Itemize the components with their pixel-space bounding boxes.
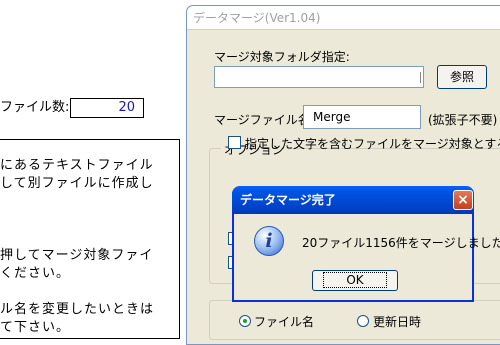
file-count-label: ファイル数:: [0, 100, 70, 115]
extension-note: (拡張子不要): [428, 113, 498, 127]
folder-input[interactable]: [214, 66, 424, 88]
dialog-title: データマージ完了: [232, 186, 474, 214]
instruction-line: にあるテキストファイル: [0, 158, 154, 173]
folder-label: マージ対象フォルダ指定:: [214, 50, 350, 64]
sort-group: [209, 300, 500, 340]
text-caret: [420, 72, 421, 83]
close-icon[interactable]: ×: [453, 190, 473, 210]
sort-modified-radio[interactable]: [357, 315, 369, 327]
merge-file-input[interactable]: Merge: [303, 105, 421, 129]
file-count-value: 20: [70, 98, 144, 118]
dialog-message: 20ファイル1156件をマージしました。: [302, 236, 500, 250]
sort-file-name-radio[interactable]: [239, 315, 251, 327]
ok-button-label: OK: [323, 272, 387, 288]
instruction-line: ください。: [0, 266, 71, 281]
ok-button[interactable]: OK: [312, 270, 398, 291]
sort-modified-label: 更新日時: [373, 315, 422, 329]
window-title: データマージ(Ver1.04): [187, 6, 500, 30]
instruction-line: 押してマージ対象ファイ: [0, 248, 154, 263]
sort-file-name-label: ファイル名: [254, 315, 315, 329]
instruction-line: ル名を変更したいときは: [0, 302, 155, 317]
instruction-line: して別ファイルに作成し: [0, 176, 154, 191]
text-filter-checkbox[interactable]: [228, 136, 241, 149]
instruction-line: て下さい。: [0, 320, 71, 335]
merge-file-label: マージファイル名:: [214, 113, 314, 127]
text-filter-label: 指定した文字を含むファイルをマージ対象とする: [245, 137, 500, 151]
info-icon: i: [254, 226, 284, 256]
completion-dialog: データマージ完了 × i 20ファイル1156件をマージしました。 OK: [232, 186, 500, 302]
browse-button[interactable]: 参照: [437, 65, 487, 89]
